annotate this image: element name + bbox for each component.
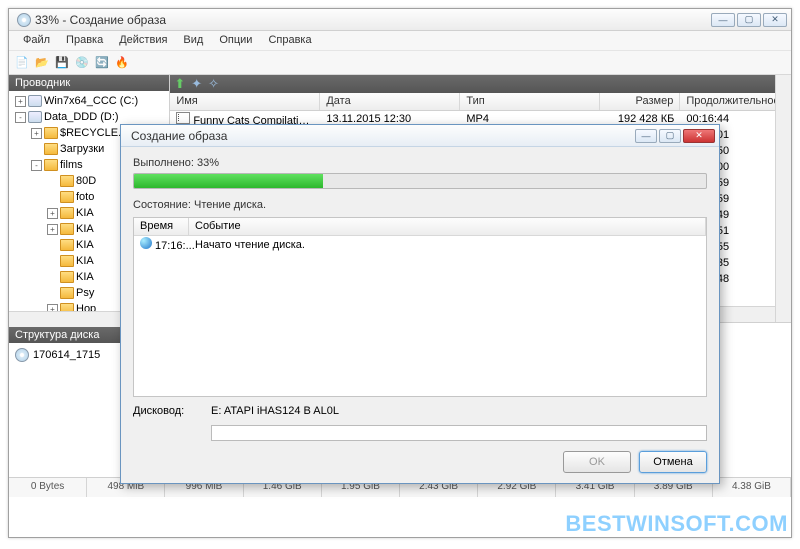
minimize-button[interactable]: — bbox=[711, 13, 735, 27]
nav-add-icon[interactable]: ✦ bbox=[191, 76, 202, 92]
col-type[interactable]: Тип bbox=[460, 93, 600, 110]
tree-label: Win7x64_CCC (C:) bbox=[44, 95, 138, 107]
dialog-minimize-button[interactable]: — bbox=[635, 129, 657, 143]
nav-strip: ⬆ ✦ ✧ bbox=[170, 75, 791, 93]
expand-icon[interactable]: - bbox=[31, 160, 42, 171]
folder-icon bbox=[44, 159, 58, 171]
dialog-close-button[interactable]: ✕ bbox=[683, 129, 715, 143]
drive-progress bbox=[211, 425, 707, 441]
menu-Файл[interactable]: Файл bbox=[15, 31, 58, 50]
col-size[interactable]: Размер bbox=[600, 93, 680, 110]
drive-value: E: ATAPI iHAS124 B AL0L bbox=[211, 405, 339, 417]
drive-icon bbox=[28, 95, 42, 107]
drive-icon bbox=[28, 111, 42, 123]
menu-Действия[interactable]: Действия bbox=[111, 31, 175, 50]
expand-icon[interactable]: + bbox=[31, 128, 42, 139]
progress-label: Выполнено: 33% bbox=[133, 157, 707, 169]
tree-label: Data_DDD (D:) bbox=[44, 111, 119, 123]
burn-icon[interactable]: 🔥 bbox=[113, 54, 131, 72]
video-icon bbox=[176, 112, 190, 124]
log-row: 17:16:...Начато чтение диска. bbox=[134, 236, 706, 253]
folder-icon bbox=[60, 303, 74, 311]
struct-item-label: 170614_1715 bbox=[33, 349, 100, 361]
tree-item[interactable]: + Win7x64_CCC (C:) bbox=[11, 93, 167, 109]
toolbar: 📄 📂 💾 💿 🔄 🔥 bbox=[9, 51, 791, 75]
log-col-event[interactable]: Событие bbox=[189, 218, 706, 235]
close-button[interactable]: ✕ bbox=[763, 13, 787, 27]
refresh-icon[interactable]: 🔄 bbox=[93, 54, 111, 72]
drive-label: Дисковод: bbox=[133, 405, 203, 417]
folder-icon bbox=[60, 287, 74, 299]
dialog-titlebar[interactable]: Создание образа — ▢ ✕ bbox=[121, 125, 719, 147]
expand-icon[interactable]: + bbox=[47, 208, 58, 219]
save-icon[interactable]: 💾 bbox=[53, 54, 71, 72]
expand-icon[interactable]: + bbox=[15, 96, 26, 107]
folder-icon bbox=[60, 223, 74, 235]
tree-label: KIA bbox=[76, 271, 94, 283]
log-col-time[interactable]: Время bbox=[134, 218, 189, 235]
col-name[interactable]: Имя bbox=[170, 93, 320, 110]
folder-icon bbox=[60, 207, 74, 219]
app-icon bbox=[17, 13, 31, 27]
tree-label: KIA bbox=[76, 239, 94, 251]
dialog-maximize-button[interactable]: ▢ bbox=[659, 129, 681, 143]
tree-label: Загрузки bbox=[60, 143, 104, 155]
open-icon[interactable]: 📂 bbox=[33, 54, 51, 72]
tree-label: KIA bbox=[76, 255, 94, 267]
maximize-button[interactable]: ▢ bbox=[737, 13, 761, 27]
folder-icon bbox=[60, 191, 74, 203]
progress-bar bbox=[133, 173, 707, 189]
ok-button[interactable]: OK bbox=[563, 451, 631, 473]
dialog-title: Создание образа bbox=[125, 129, 635, 143]
tree-label: 80D bbox=[76, 175, 96, 187]
up-icon[interactable]: ⬆ bbox=[174, 76, 185, 92]
expand-icon[interactable]: + bbox=[47, 304, 58, 312]
folder-icon bbox=[44, 127, 58, 139]
menu-Вид[interactable]: Вид bbox=[175, 31, 211, 50]
window-title: 33% - Создание образа bbox=[13, 13, 711, 27]
disc-icon[interactable]: 💿 bbox=[73, 54, 91, 72]
nav-extra-icon[interactable]: ✧ bbox=[208, 76, 219, 92]
cancel-button[interactable]: Отмена bbox=[639, 451, 707, 473]
tree-item[interactable]: - Data_DDD (D:) bbox=[11, 109, 167, 125]
folder-icon bbox=[60, 239, 74, 251]
tree-label: KIA bbox=[76, 223, 94, 235]
progress-dialog: Создание образа — ▢ ✕ Выполнено: 33% Сос… bbox=[120, 124, 720, 484]
menu-Справка[interactable]: Справка bbox=[260, 31, 319, 50]
file-list-scrollbar-v[interactable] bbox=[775, 111, 791, 306]
status-cell: 4.38 GiB bbox=[713, 478, 791, 497]
menubar: ФайлПравкаДействияВидОпцииСправка bbox=[9, 31, 791, 51]
log-body: 17:16:...Начато чтение диска. bbox=[134, 236, 706, 253]
disc-icon bbox=[15, 348, 29, 362]
watermark: BESTWINSOFT.COM bbox=[565, 511, 788, 537]
expand-icon[interactable]: - bbox=[15, 112, 26, 123]
explorer-header: Проводник bbox=[9, 75, 169, 91]
info-icon bbox=[140, 237, 152, 249]
status-cell: 0 Bytes bbox=[9, 478, 87, 497]
menu-Опции[interactable]: Опции bbox=[211, 31, 260, 50]
progress-fill bbox=[134, 174, 323, 188]
folder-icon bbox=[60, 255, 74, 267]
tree-label: films bbox=[60, 159, 83, 171]
tree-label: Psy bbox=[76, 287, 94, 299]
expand-icon[interactable]: + bbox=[47, 224, 58, 235]
folder-icon bbox=[60, 175, 74, 187]
tree-label: KIA bbox=[76, 207, 94, 219]
folder-icon bbox=[60, 271, 74, 283]
menu-Правка[interactable]: Правка bbox=[58, 31, 111, 50]
titlebar[interactable]: 33% - Создание образа — ▢ ✕ bbox=[9, 9, 791, 31]
file-list-header[interactable]: Имя Дата Тип Размер Продолжительност bbox=[170, 93, 791, 111]
folder-icon bbox=[44, 143, 58, 155]
col-date[interactable]: Дата bbox=[320, 93, 460, 110]
log-grid: Время Событие 17:16:...Начато чтение дис… bbox=[133, 217, 707, 397]
tree-label: Hop bbox=[76, 303, 96, 311]
new-icon[interactable]: 📄 bbox=[13, 54, 31, 72]
tree-label: foto bbox=[76, 191, 94, 203]
status-line: Состояние: Чтение диска. bbox=[133, 199, 707, 211]
